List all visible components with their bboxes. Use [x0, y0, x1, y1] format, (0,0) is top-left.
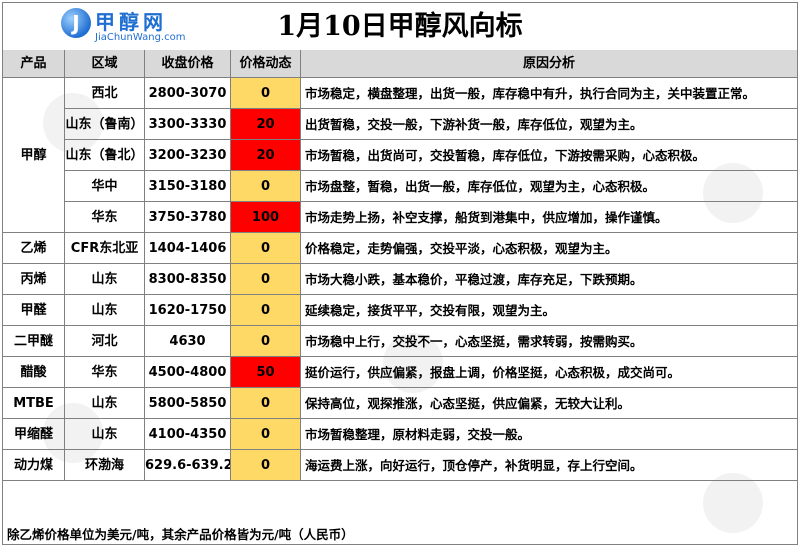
region-cell: 山东（鲁北）: [65, 140, 145, 171]
price-cell: 4500-4800: [145, 357, 231, 388]
logo-url: JiaChunWang.com: [95, 32, 186, 43]
header-dynamic: 价格动态: [231, 50, 301, 77]
region-cell: 华东: [65, 202, 145, 233]
price-cell: 3300-3330: [145, 109, 231, 140]
watermark-logo: [703, 473, 763, 533]
region-cell: 山东: [65, 264, 145, 295]
logo-name: 甲醇网: [95, 10, 167, 34]
table-row: 山东 1620-1750 0 延续稳定，接货平平，交投有限，观望为主。: [3, 295, 797, 326]
reason-cell: 出货暂稳，交投一般，下游补货一般，库存低位，观望为主。: [301, 109, 797, 140]
reason-cell: 保持高位，观探推涨，心态坚挺，供应偏紧，无较大让利。: [301, 388, 797, 419]
price-cell: 629.6-639.2: [145, 450, 231, 481]
table-row: 华东 4500-4800 50 挺价运行，供应偏紧，报盘上调，价格坚挺，心态积极，成交…: [3, 357, 797, 388]
price-cell: 8300-8350: [145, 264, 231, 295]
dynamic-cell: 0: [231, 264, 301, 295]
region-cell: CFR东北亚: [65, 233, 145, 264]
logo-icon: J: [61, 8, 91, 38]
price-cell: 4630: [145, 326, 231, 357]
region-cell: 山东: [65, 295, 145, 326]
reason-cell: 市场走势上扬，补空支撑，船货到港集中，供应增加，操作谨慎。: [301, 202, 797, 233]
region-cell: 西北: [65, 78, 145, 109]
dynamic-cell: 20: [231, 140, 301, 171]
table-row: 山东 8300-8350 0 市场大稳小跌，基本稳价，平稳过渡，库存充足，下跌预期。: [3, 264, 797, 295]
table-row: 西北 2800-3070 0 市场稳定，横盘整理，出货一般，库存稳中有升，执行合同为主…: [3, 78, 797, 109]
price-cell: 3750-3780: [145, 202, 231, 233]
region-cell: 山东: [65, 388, 145, 419]
reason-cell: 市场盘整，暂稳，出货一般，库存低位，观望为主，心态积极。: [301, 171, 797, 202]
dynamic-cell: 0: [231, 78, 301, 109]
region-cell: 华东: [65, 357, 145, 388]
footnote: 除乙烯价格单位为美元/吨，其余产品价格皆为元/吨（人民币）: [7, 527, 354, 542]
region-cell: 环渤海: [65, 450, 145, 481]
dynamic-cell: 100: [231, 202, 301, 233]
region-cell: 山东（鲁南）: [65, 109, 145, 140]
title-bar: 1月10日甲醇风向标 J 甲醇网 JiaChunWang.com: [3, 3, 797, 51]
table-row: 山东（鲁南） 3300-3330 20 出货暂稳，交投一般，下游补货一般，库存低位，观…: [3, 109, 797, 140]
dynamic-cell: 0: [231, 388, 301, 419]
dynamic-cell: 0: [231, 419, 301, 450]
table-row: 环渤海 629.6-639.2 0 海运费上涨，向好运行，顶仓停产，补货明显，存上行空…: [3, 450, 797, 481]
reason-cell: 延续稳定，接货平平，交投有限，观望为主。: [301, 295, 797, 326]
table-row: CFR东北亚 1404-1406 0 价格稳定，走势偏强，交投平淡，心态积极，观望为主…: [3, 233, 797, 264]
table-row: 华中 3150-3180 0 市场盘整，暂稳，出货一般，库存低位，观望为主，心态积极。: [3, 171, 797, 202]
dynamic-cell: 50: [231, 357, 301, 388]
header-reason: 原因分析: [522, 56, 575, 71]
table-row: 河北 4630 0 市场稳中上行，交投不一，心态坚挺，需求转弱，按需购买。: [3, 326, 797, 357]
reason-cell: 市场稳定，横盘整理，出货一般，库存稳中有升，执行合同为主，关中装置正常。: [301, 78, 797, 109]
price-cell: 4100-4350: [145, 419, 231, 450]
table-row: 山东 4100-4350 0 市场暂稳整理，原材料走弱，交投一般。: [3, 419, 797, 450]
price-cell: 3150-3180: [145, 171, 231, 202]
dynamic-cell: 0: [231, 233, 301, 264]
table-row: 山东（鲁北） 3200-3230 20 市场暂稳，出货尚可，交投暂稳，库存低位，下游按…: [3, 140, 797, 171]
header-product: 产品: [3, 50, 65, 77]
reason-cell: 市场暂稳，出货尚可，交投暂稳，库存低位，下游按需采购，心态积极。: [301, 140, 797, 171]
site-logo[interactable]: J 甲醇网 JiaChunWang.com: [61, 6, 185, 46]
region-cell: 华中: [65, 171, 145, 202]
region-cell: 山东: [65, 419, 145, 450]
reason-cell: 市场稳中上行，交投不一，心态坚挺，需求转弱，按需购买。: [301, 326, 797, 357]
reason-cell: 市场暂稳整理，原材料走弱，交投一般。: [301, 419, 797, 450]
dynamic-cell: 0: [231, 326, 301, 357]
price-cell: 1620-1750: [145, 295, 231, 326]
table-row: 山东 5800-5850 0 保持高位，观探推涨，心态坚挺，供应偏紧，无较大让利。: [3, 388, 797, 419]
header-price: 收盘价格: [145, 50, 231, 77]
reason-cell: 海运费上涨，向好运行，顶仓停产，补货明显，存上行空间。: [301, 450, 797, 481]
table-row: 华东 3750-3780 100 市场走势上扬，补空支撑，船货到港集中，供应增加，操作…: [3, 202, 797, 233]
region-cell: 河北: [65, 326, 145, 357]
dynamic-cell: 0: [231, 171, 301, 202]
table-frame: 1月10日甲醇风向标 J 甲醇网 JiaChunWang.com 产品 区域 收…: [2, 2, 798, 545]
reason-cell: 市场大稳小跌，基本稳价，平稳过渡，库存充足，下跌预期。: [301, 264, 797, 295]
header-region: 区域: [65, 50, 145, 77]
reason-cell: 挺价运行，供应偏紧，报盘上调，价格坚挺，心态积极，成交尚可。: [301, 357, 797, 388]
table-header: 产品 区域 收盘价格 价格动态 原因分析: [3, 50, 797, 78]
dynamic-cell: 20: [231, 109, 301, 140]
price-cell: 3200-3230: [145, 140, 231, 171]
price-cell: 2800-3070: [145, 78, 231, 109]
reason-cell: 价格稳定，走势偏强，交投平淡，心态积极，观望为主。: [301, 233, 797, 264]
price-cell: 5800-5850: [145, 388, 231, 419]
dynamic-cell: 0: [231, 450, 301, 481]
dynamic-cell: 0: [231, 295, 301, 326]
price-cell: 1404-1406: [145, 233, 231, 264]
